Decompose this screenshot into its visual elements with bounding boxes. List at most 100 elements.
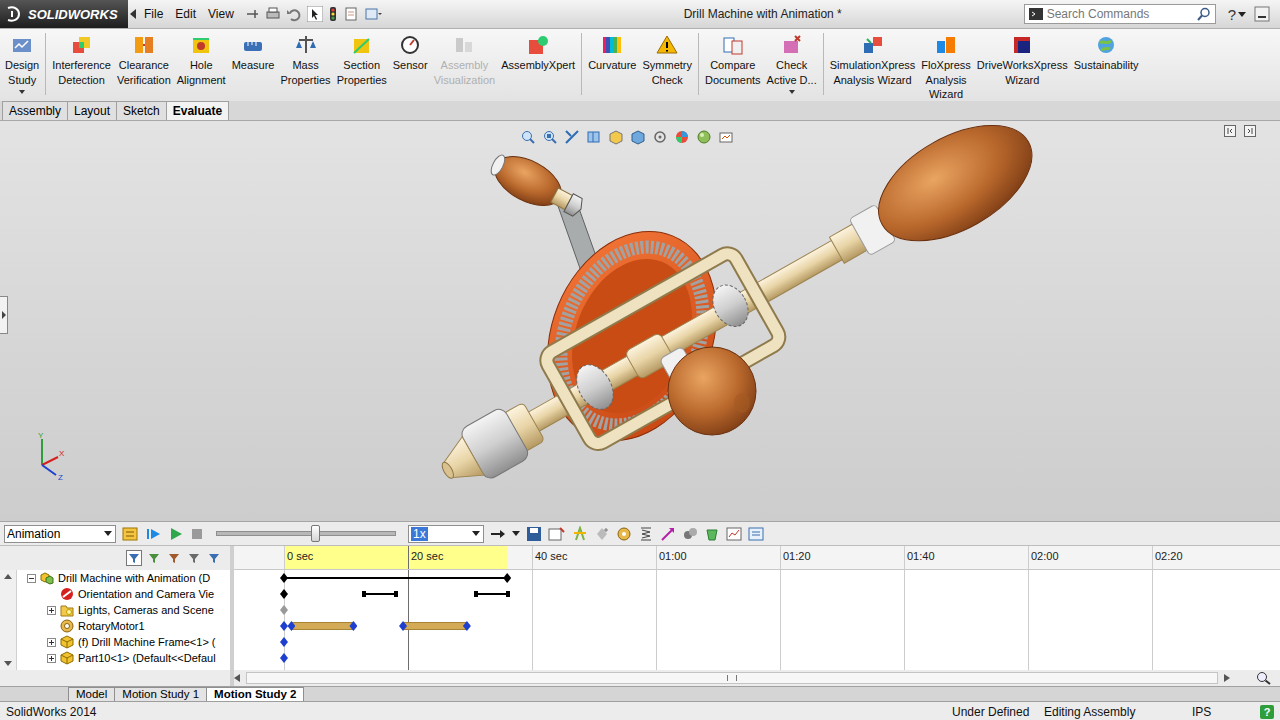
collapse-menu-icon[interactable] [128,8,138,20]
file-properties-icon[interactable] [343,6,359,22]
undo-icon[interactable] [286,6,302,22]
expander[interactable] [47,638,56,647]
time-cursor[interactable] [408,546,409,569]
command-tab[interactable]: Evaluate [166,101,229,120]
timeline-bar[interactable] [284,577,507,579]
ribbon-button[interactable]: DesignStudy [2,33,42,94]
animation-wizard-icon[interactable] [548,526,566,542]
ribbon-button[interactable]: AssemblyVisualization [431,33,499,86]
scroll-right-icon[interactable] [1224,674,1230,682]
timeline-track[interactable] [234,618,1280,634]
play-icon[interactable] [168,526,184,542]
filter-icon[interactable] [166,550,182,566]
key-point[interactable] [280,637,288,647]
scroll-grip[interactable] [727,675,737,681]
view-tool-icon[interactable] [630,129,646,145]
side-knob[interactable] [659,346,756,435]
study-tab[interactable]: Motion Study 1 [114,687,207,701]
timeline-track[interactable] [234,650,1280,666]
ribbon-button[interactable]: Sustainability [1071,33,1142,72]
view-tool-icon[interactable] [696,129,712,145]
ribbon-button[interactable]: ClearanceVerification [114,33,174,86]
expander[interactable] [47,654,56,663]
time-cursor-line[interactable] [408,570,409,670]
ribbon-button[interactable]: Sensor [390,33,431,72]
key-point[interactable] [280,605,288,615]
ribbon-button[interactable]: InterferenceDetection [49,33,114,86]
view-tool-icon[interactable] [564,129,580,145]
window-controls-icon[interactable] [1254,6,1270,22]
search-commands-field[interactable]: Search Commands [1024,4,1216,24]
tree-row[interactable]: (f) Drill Machine Frame<1> ( [17,634,230,650]
scroll-down-icon[interactable] [4,661,12,666]
help-button[interactable]: ? [1228,6,1246,23]
ribbon-button[interactable]: SectionProperties [334,33,390,86]
graphics-area[interactable]: YXZ [0,121,1280,521]
scroll-track[interactable] [246,672,1218,684]
timeline-track[interactable] [234,586,1280,602]
search-icon[interactable] [1197,7,1211,21]
key-point[interactable] [280,573,288,583]
ribbon-button[interactable]: Curvature [585,33,639,72]
scroll-up-icon[interactable] [4,574,12,579]
ribbon-button[interactable]: CompareDocuments [702,33,764,86]
study-type-select[interactable]: Animation [4,525,116,543]
contact-icon[interactable] [682,526,698,542]
spring-icon[interactable] [638,526,654,542]
ribbon-button[interactable]: Measure [229,33,278,72]
view-tool-icon[interactable] [674,129,690,145]
save-animation-icon[interactable] [526,526,542,542]
view-tool-icon[interactable] [652,129,668,145]
study-tab[interactable]: Motion Study 2 [206,687,304,701]
panel-expand-handle[interactable] [0,296,8,334]
playback-speed-select[interactable]: 1x [408,525,484,543]
stop-icon[interactable] [190,527,204,541]
filter-icon[interactable] [126,550,142,566]
timeline-bar[interactable] [474,591,511,597]
autokey-icon[interactable] [572,526,588,542]
timeline-tracks[interactable] [234,570,1280,670]
view-tool-icon[interactable] [520,129,536,145]
timeline-track[interactable] [234,634,1280,650]
playback-slider[interactable] [216,531,396,536]
status-help-icon[interactable]: ? [1260,705,1274,719]
timeline-bar[interactable] [291,622,353,630]
rebuild-icon[interactable] [328,6,338,22]
tree-row[interactable]: Part10<1> (Default<<Defaul [17,650,230,666]
filter-icon[interactable] [146,550,162,566]
timeline-track[interactable] [234,602,1280,618]
slider-thumb[interactable] [311,525,320,542]
gravity-icon[interactable] [704,526,720,542]
ribbon-button[interactable]: HoleAlignment [174,33,229,86]
tree-scrollbar[interactable] [0,570,17,670]
playback-mode-icon[interactable] [490,526,506,542]
expander[interactable] [47,606,56,615]
ribbon-button[interactable]: MassProperties [277,33,333,86]
split-view-icon[interactable] [1224,125,1236,137]
options-icon[interactable] [364,6,382,22]
menu-item[interactable]: File [138,5,169,23]
timeline-bar[interactable] [403,622,467,630]
tree-row[interactable]: Drill Machine with Animation (D [17,570,230,586]
tree-row[interactable]: Orientation and Camera Vie [17,586,230,602]
filter-icon[interactable] [186,550,202,566]
ribbon-button[interactable]: CheckActive D... [764,33,820,94]
tree-row[interactable]: Lights, Cameras and Scene [17,602,230,618]
add-key-icon[interactable] [594,526,610,542]
expand-view-icon[interactable] [1244,125,1256,137]
force-icon[interactable] [660,526,676,542]
key-point[interactable] [280,621,288,631]
results-icon[interactable] [726,526,742,542]
view-tool-icon[interactable] [608,129,624,145]
dropdown-arrow-icon[interactable] [789,90,795,94]
ribbon-button[interactable]: SymmetryCheck [639,33,695,86]
key-point[interactable] [280,653,288,663]
view-tool-icon[interactable] [542,129,558,145]
dropdown-arrow-icon[interactable] [19,90,25,94]
ribbon-button[interactable]: DriveWorksXpressWizard [974,33,1071,86]
timeline-ruler[interactable]: 0 sec20 sec40 sec01:0001:2001:4002:0002:… [234,546,1280,570]
play-from-start-icon[interactable] [146,526,162,542]
command-tab[interactable]: Assembly [2,101,68,120]
command-tab[interactable]: Sketch [116,101,167,120]
ribbon-button[interactable]: AssemblyXpert [498,33,578,72]
